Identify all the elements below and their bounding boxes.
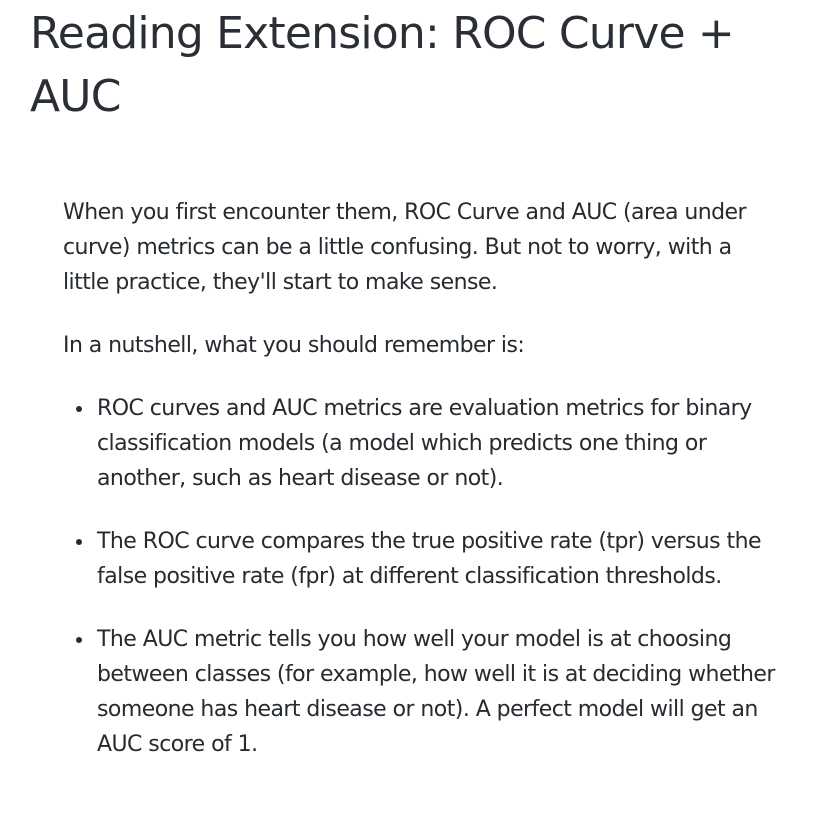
- summary-lead-paragraph: In a nutshell, what you should remember …: [63, 333, 525, 358]
- bullet-icon: [76, 406, 82, 412]
- list-item-text: ROC curves and AUC metrics are evaluatio…: [97, 396, 752, 491]
- article-body: When you first encounter them, ROC Curve…: [63, 195, 783, 762]
- list-item: ROC curves and AUC metrics are evaluatio…: [63, 391, 783, 496]
- intro-paragraph: When you first encounter them, ROC Curve…: [63, 200, 747, 295]
- bullet-icon: [76, 539, 82, 545]
- list-item-text: The AUC metric tells you how well your m…: [97, 627, 775, 757]
- bullet-icon: [76, 637, 82, 643]
- list-item: The ROC curve compares the true positive…: [63, 524, 783, 594]
- list-item: The AUC metric tells you how well your m…: [63, 622, 783, 762]
- page-title: Reading Extension: ROC Curve + AUC: [30, 8, 735, 122]
- key-points-list: ROC curves and AUC metrics are evaluatio…: [63, 391, 783, 762]
- list-item-text: The ROC curve compares the true positive…: [97, 529, 762, 589]
